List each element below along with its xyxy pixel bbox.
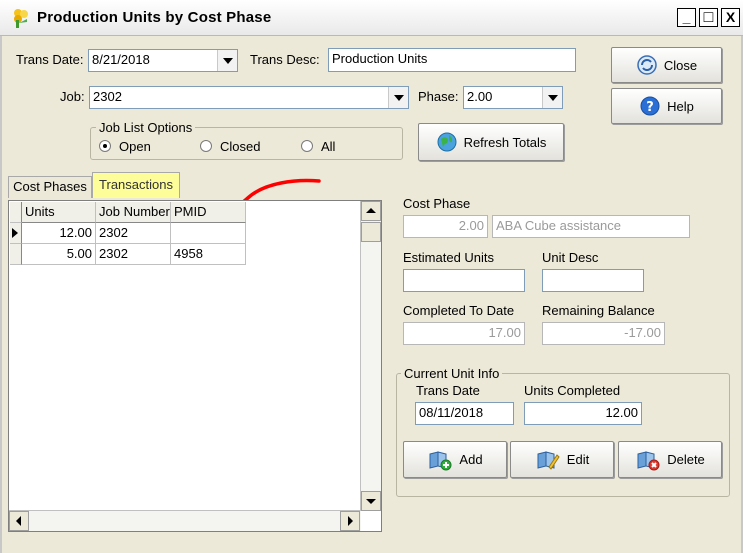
close-window-button[interactable]: X: [721, 8, 740, 27]
unit-trans-date-label: Trans Date: [416, 383, 480, 398]
transactions-grid: Units Job Number PMID 12.00 2302 5.00 23…: [8, 200, 382, 532]
scroll-up-button[interactable]: [361, 201, 381, 221]
vertical-scrollbar[interactable]: [360, 201, 381, 511]
add-button-label: Add: [459, 452, 483, 467]
current-unit-info-title: Current Unit Info: [401, 366, 503, 381]
column-header-units[interactable]: Units: [22, 202, 96, 223]
svg-text:?: ?: [646, 100, 654, 115]
close-button[interactable]: Close: [611, 47, 722, 83]
phase-label: Phase:: [418, 89, 459, 104]
radio-closed-label[interactable]: Closed: [220, 139, 260, 154]
remaining-balance-label: Remaining Balance: [542, 303, 655, 318]
trans-date-label: Trans Date:: [16, 52, 84, 67]
scroll-down-button[interactable]: [361, 491, 381, 511]
help-button[interactable]: ? Help: [611, 88, 722, 124]
chevron-down-icon[interactable]: [217, 50, 237, 71]
cost-phase-label: Cost Phase: [403, 196, 471, 211]
window-title: Production Units by Cost Phase: [37, 9, 272, 26]
help-icon: ?: [640, 96, 660, 116]
unit-trans-date-input[interactable]: 08/11/2018: [415, 402, 514, 425]
table-cell-units[interactable]: 12.00: [22, 223, 96, 244]
table-cell-job-number[interactable]: 2302: [96, 244, 171, 265]
title-bar: Production Units by Cost Phase _ □ X: [0, 0, 743, 36]
table-cell-units[interactable]: 5.00: [22, 244, 96, 265]
add-book-icon: [429, 450, 452, 470]
globe-refresh-icon: [437, 132, 457, 152]
refresh-circle-icon: [637, 55, 657, 75]
completed-to-date-label: Completed To Date: [403, 303, 515, 318]
chevron-left-icon: [16, 516, 21, 526]
radio-open[interactable]: [99, 140, 111, 152]
tab-transactions[interactable]: Transactions: [92, 172, 180, 198]
trans-desc-input[interactable]: Production Units: [328, 48, 576, 72]
chevron-right-icon: [348, 516, 353, 526]
job-label: Job:: [60, 89, 85, 104]
column-header-job-number[interactable]: Job Number: [96, 202, 171, 223]
chevron-down-icon[interactable]: [388, 87, 408, 108]
edit-button[interactable]: Edit: [510, 441, 614, 478]
table-cell-job-number[interactable]: 2302: [96, 223, 171, 244]
horizontal-scrollbar[interactable]: [9, 510, 361, 531]
unit-desc-input[interactable]: [542, 269, 644, 292]
units-completed-input[interactable]: 12.00: [524, 402, 642, 425]
scroll-right-button[interactable]: [340, 511, 360, 531]
chevron-down-icon[interactable]: [542, 87, 562, 108]
row-indicator[interactable]: [10, 244, 22, 265]
radio-all[interactable]: [301, 140, 313, 152]
maximize-button[interactable]: □: [699, 8, 718, 27]
close-button-label: Close: [663, 57, 698, 73]
chevron-up-icon: [366, 208, 376, 213]
cost-phase-number-field: 2.00: [403, 215, 488, 238]
scroll-left-button[interactable]: [9, 511, 29, 531]
phase-select[interactable]: 2.00: [463, 86, 563, 109]
estimated-units-input[interactable]: [403, 269, 525, 292]
tab-cost-phases[interactable]: Cost Phases: [8, 176, 92, 198]
minimize-button[interactable]: _: [677, 8, 696, 27]
job-value: 2302: [93, 89, 122, 104]
refresh-totals-button[interactable]: Refresh Totals: [418, 123, 564, 161]
radio-all-label[interactable]: All: [321, 139, 335, 154]
cost-phase-description-field: ABA Cube assistance: [492, 215, 690, 238]
radio-open-label[interactable]: Open: [119, 139, 151, 154]
remaining-balance-field: -17.00: [542, 322, 665, 345]
delete-button-label: Delete: [667, 452, 705, 467]
table-cell-pmid[interactable]: 4958: [171, 244, 246, 265]
units-completed-label: Units Completed: [524, 383, 621, 398]
app-flower-icon: [14, 9, 28, 28]
refresh-totals-label: Refresh Totals: [463, 134, 547, 150]
chevron-down-icon: [366, 499, 376, 504]
trans-date-value: 8/21/2018: [92, 52, 150, 67]
help-button-label: Help: [667, 98, 694, 114]
radio-closed[interactable]: [200, 140, 212, 152]
trans-date-picker[interactable]: 8/21/2018: [88, 49, 238, 72]
column-header-pmid[interactable]: PMID: [171, 202, 246, 223]
grid-corner: [10, 202, 22, 223]
table-cell-pmid[interactable]: [171, 223, 246, 244]
job-list-options-title: Job List Options: [96, 120, 196, 135]
current-row-arrow-icon: [12, 228, 18, 238]
completed-to-date-field: 17.00: [403, 322, 525, 345]
vertical-scroll-thumb[interactable]: [361, 222, 381, 242]
row-indicator[interactable]: [10, 223, 22, 244]
delete-book-icon: [637, 450, 660, 470]
estimated-units-label: Estimated Units: [403, 250, 495, 265]
edit-book-icon: [537, 450, 560, 470]
phase-value: 2.00: [467, 89, 493, 104]
delete-button[interactable]: Delete: [618, 441, 722, 478]
job-select[interactable]: 2302: [89, 86, 409, 109]
unit-desc-label: Unit Desc: [542, 250, 599, 265]
edit-button-label: Edit: [566, 452, 590, 467]
trans-desc-label: Trans Desc:: [250, 52, 320, 67]
add-button[interactable]: Add: [403, 441, 507, 478]
